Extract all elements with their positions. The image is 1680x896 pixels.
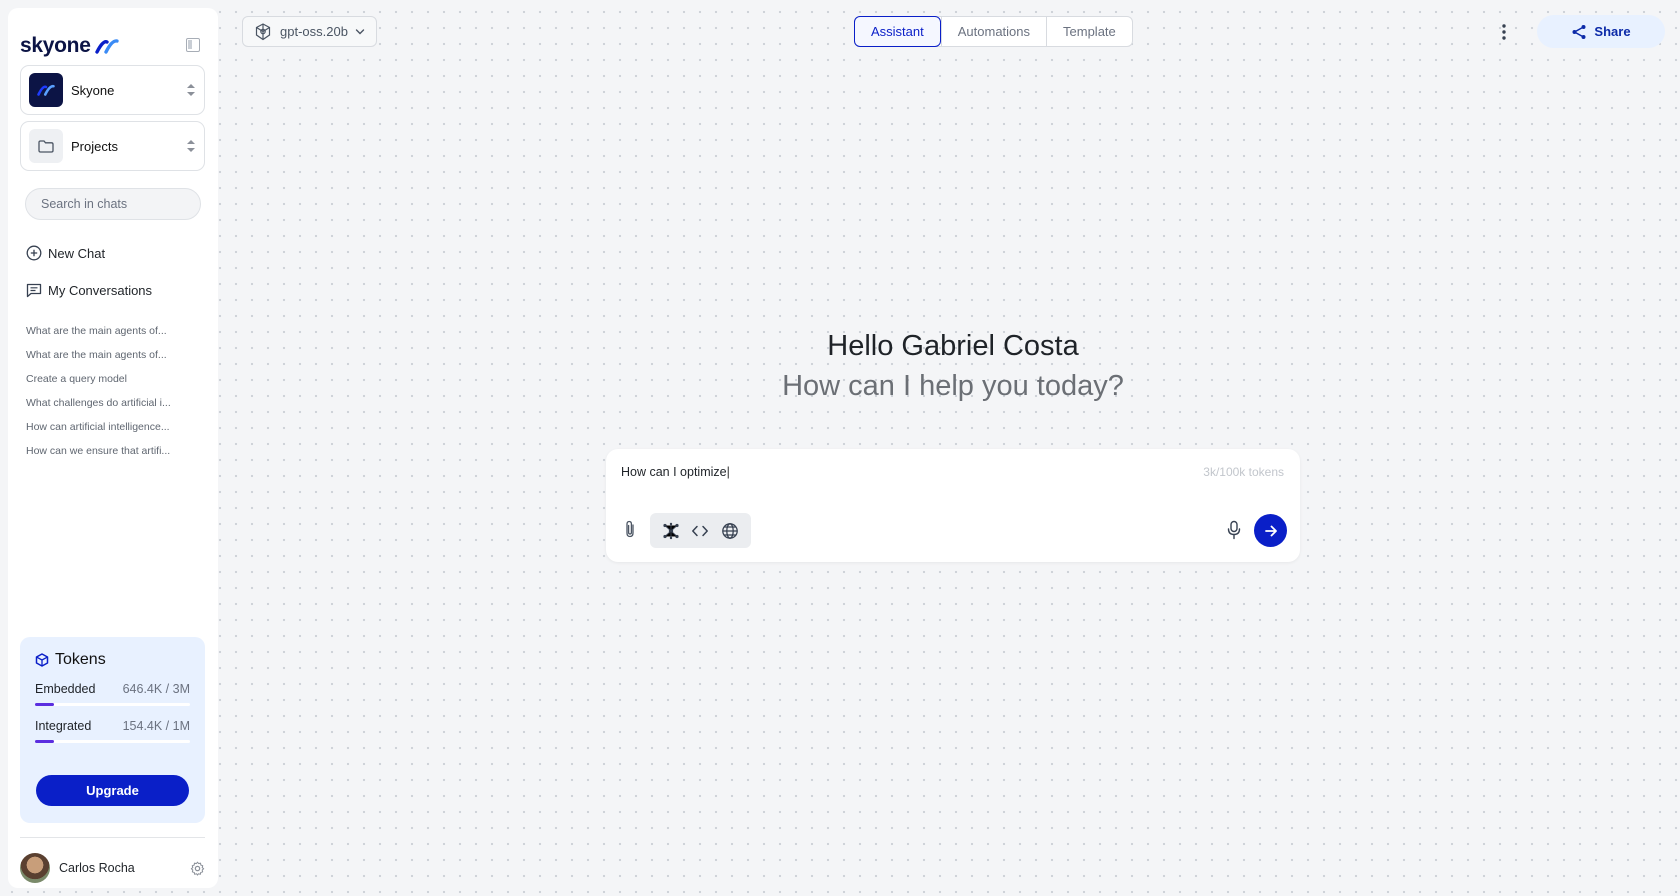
token-counter: 3k/100k tokens bbox=[1203, 465, 1284, 479]
avatar[interactable] bbox=[20, 853, 50, 883]
brand-mark-icon bbox=[94, 39, 119, 54]
upgrade-button[interactable]: Upgrade bbox=[36, 775, 189, 806]
conversation-item[interactable]: How can we ensure that artifi... bbox=[26, 443, 186, 467]
token-row-integrated: Integrated 154.4K / 1M bbox=[35, 719, 190, 733]
projects-selector[interactable]: Projects bbox=[20, 121, 205, 171]
sort-arrows-icon bbox=[187, 140, 195, 152]
token-name: Embedded bbox=[35, 682, 96, 696]
search-input[interactable] bbox=[41, 197, 202, 211]
new-chat-label: New Chat bbox=[48, 245, 106, 261]
projects-label: Projects bbox=[71, 138, 118, 154]
token-value: 646.4K / 3M bbox=[122, 682, 190, 696]
user-profile[interactable]: Carlos Rocha bbox=[20, 853, 205, 883]
sidebar-divider bbox=[20, 837, 205, 838]
globe-icon[interactable] bbox=[720, 521, 740, 541]
chat-composer: How can I optimize 3k/100k tokens bbox=[606, 449, 1300, 562]
model-selector[interactable]: gpt-oss.20b bbox=[242, 16, 377, 47]
model-name: gpt-oss.20b bbox=[280, 24, 348, 39]
agents-network-icon[interactable] bbox=[661, 521, 681, 541]
share-button[interactable]: Share bbox=[1537, 15, 1665, 48]
tab-automations[interactable]: Automations bbox=[940, 17, 1046, 46]
paperclip-icon[interactable] bbox=[622, 519, 638, 539]
mode-tabs: Assistant Automations Template bbox=[854, 16, 1133, 47]
user-name: Carlos Rocha bbox=[59, 861, 135, 875]
code-icon[interactable] bbox=[690, 521, 710, 541]
greeting-subtitle: How can I help you today? bbox=[782, 370, 1124, 402]
token-name: Integrated bbox=[35, 719, 92, 733]
tokens-title: Tokens bbox=[55, 651, 106, 668]
search-chats bbox=[25, 188, 202, 220]
token-progress-bar bbox=[35, 703, 190, 706]
collapse-sidebar-icon[interactable] bbox=[186, 38, 200, 52]
gear-icon[interactable] bbox=[190, 861, 205, 876]
share-label: Share bbox=[1594, 24, 1631, 39]
send-button[interactable] bbox=[1254, 514, 1287, 547]
microphone-icon[interactable] bbox=[1227, 520, 1241, 540]
model-icon bbox=[255, 22, 271, 40]
conversation-item[interactable]: What challenges do artificial i... bbox=[26, 395, 186, 419]
token-progress-bar bbox=[35, 740, 190, 743]
chevron-down-icon bbox=[355, 28, 365, 34]
conversation-item[interactable]: What are the main agents of... bbox=[26, 323, 186, 347]
share-icon bbox=[1572, 24, 1586, 39]
tab-template[interactable]: Template bbox=[1046, 17, 1132, 46]
sort-arrows-icon bbox=[187, 84, 195, 96]
my-conversations-label: My Conversations bbox=[48, 283, 153, 298]
folder-icon bbox=[29, 129, 63, 163]
brand-name: skyone bbox=[20, 34, 91, 57]
dotted-canvas bbox=[0, 0, 1680, 896]
brand-logo: skyone bbox=[20, 34, 119, 58]
workspace-selector[interactable]: Skyone bbox=[20, 65, 205, 115]
more-options-icon[interactable] bbox=[1498, 22, 1510, 42]
arrow-right-icon bbox=[1264, 525, 1277, 536]
conversation-list: What are the main agents of... What are … bbox=[26, 323, 186, 467]
plus-circle-icon bbox=[26, 245, 42, 261]
workspace-logo-icon bbox=[29, 73, 63, 107]
my-conversations-header[interactable]: My Conversations bbox=[26, 283, 152, 298]
conversation-item[interactable]: Create a query model bbox=[26, 371, 186, 395]
tool-group bbox=[650, 513, 751, 548]
greeting-title: Hello Gabriel Costa bbox=[827, 330, 1079, 362]
tokens-card: Tokens Embedded 646.4K / 3M Integrated 1… bbox=[20, 637, 205, 823]
cube-icon bbox=[35, 653, 49, 667]
tokens-header: Tokens bbox=[35, 651, 190, 669]
token-progress-fill bbox=[35, 703, 54, 706]
sidebar: skyone Skyone Projects Search in chats N… bbox=[8, 8, 218, 888]
chat-bubble-icon bbox=[26, 283, 42, 298]
new-chat-button[interactable]: New Chat bbox=[26, 245, 105, 261]
workspace-label: Skyone bbox=[71, 82, 115, 98]
conversation-item[interactable]: What are the main agents of... bbox=[26, 347, 186, 371]
token-row-embedded: Embedded 646.4K / 3M bbox=[35, 682, 190, 696]
token-progress-fill bbox=[35, 740, 54, 743]
tab-assistant[interactable]: Assistant bbox=[854, 16, 941, 47]
conversation-item[interactable]: How can artificial intelligence... bbox=[26, 419, 186, 443]
token-value: 154.4K / 1M bbox=[122, 719, 190, 733]
prompt-input[interactable]: How can I optimize bbox=[621, 465, 1161, 479]
